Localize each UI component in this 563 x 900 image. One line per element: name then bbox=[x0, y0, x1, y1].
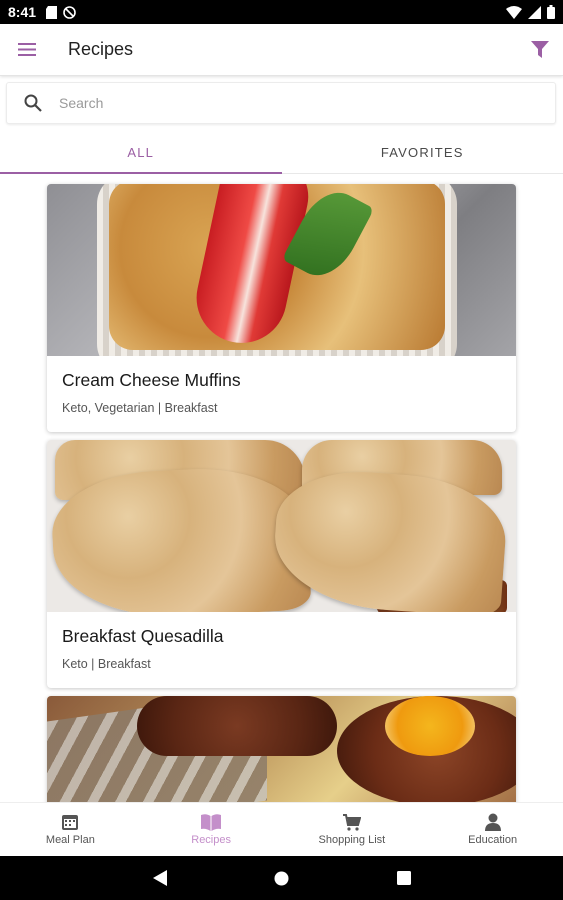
search-input[interactable] bbox=[59, 95, 499, 111]
cart-icon bbox=[342, 813, 361, 831]
nav-recipes[interactable]: Recipes bbox=[141, 803, 282, 856]
status-time: 8:41 bbox=[8, 4, 37, 20]
battery-icon bbox=[547, 5, 555, 19]
search-bar[interactable] bbox=[6, 82, 556, 124]
hamburger-menu-icon bbox=[18, 43, 36, 56]
filter-icon bbox=[531, 41, 549, 58]
recipe-card[interactable] bbox=[47, 696, 516, 802]
notification-icons bbox=[46, 5, 76, 19]
person-icon bbox=[484, 813, 501, 831]
recipe-tags: Keto | Breakfast bbox=[62, 657, 151, 671]
recents-button[interactable] bbox=[389, 863, 419, 893]
home-button[interactable] bbox=[267, 863, 297, 893]
nav-shopping-list[interactable]: Shopping List bbox=[282, 803, 423, 856]
nav-education[interactable]: Education bbox=[422, 803, 563, 856]
recipe-name: Cream Cheese Muffins bbox=[62, 370, 241, 390]
status-bar: 8:41 bbox=[0, 0, 563, 24]
nav-meal-plan[interactable]: Meal Plan bbox=[0, 803, 141, 856]
recipe-image bbox=[47, 696, 516, 802]
nav-label: Recipes bbox=[191, 833, 231, 846]
search-icon bbox=[24, 94, 42, 112]
nav-label: Shopping List bbox=[318, 833, 386, 846]
nav-label: Education bbox=[468, 834, 518, 846]
filter-button[interactable] bbox=[517, 24, 563, 76]
app-bar: Recipes bbox=[0, 24, 563, 76]
wifi-icon bbox=[506, 5, 522, 19]
calendar-icon bbox=[62, 815, 79, 830]
recipe-card[interactable]: Cream Cheese Muffins Keto, Vegetarian | … bbox=[47, 184, 516, 432]
recipe-name: Breakfast Quesadilla bbox=[62, 626, 224, 646]
nav-label: Meal Plan bbox=[45, 834, 95, 846]
back-button[interactable] bbox=[145, 863, 175, 893]
recents-square-icon bbox=[396, 871, 411, 885]
sd-card-icon bbox=[46, 5, 58, 19]
system-icons bbox=[506, 5, 555, 19]
recipe-image bbox=[47, 184, 516, 356]
page-title: Recipes bbox=[68, 39, 134, 59]
recipe-image bbox=[47, 440, 516, 612]
no-entry-icon bbox=[63, 5, 76, 19]
search-icon-wrap bbox=[7, 94, 59, 112]
tab-all[interactable]: ALL bbox=[0, 132, 282, 174]
recipe-card[interactable]: Breakfast Quesadilla Keto | Breakfast bbox=[47, 440, 516, 688]
book-icon bbox=[201, 813, 222, 831]
menu-button[interactable] bbox=[0, 24, 54, 76]
recipe-list: Cream Cheese Muffins Keto, Vegetarian | … bbox=[0, 174, 563, 802]
tab-favorites[interactable]: FAVORITES bbox=[282, 132, 563, 173]
recipe-tags: Keto, Vegetarian | Breakfast bbox=[62, 401, 218, 415]
system-nav-bar bbox=[0, 856, 563, 900]
back-triangle-icon bbox=[152, 870, 167, 886]
tab-bar: ALL FAVORITES bbox=[0, 132, 563, 174]
bottom-navigation: Meal Plan Recipes Shopping List Educatio… bbox=[0, 802, 563, 856]
home-circle-icon bbox=[274, 871, 289, 885]
signal-icon bbox=[528, 5, 541, 19]
